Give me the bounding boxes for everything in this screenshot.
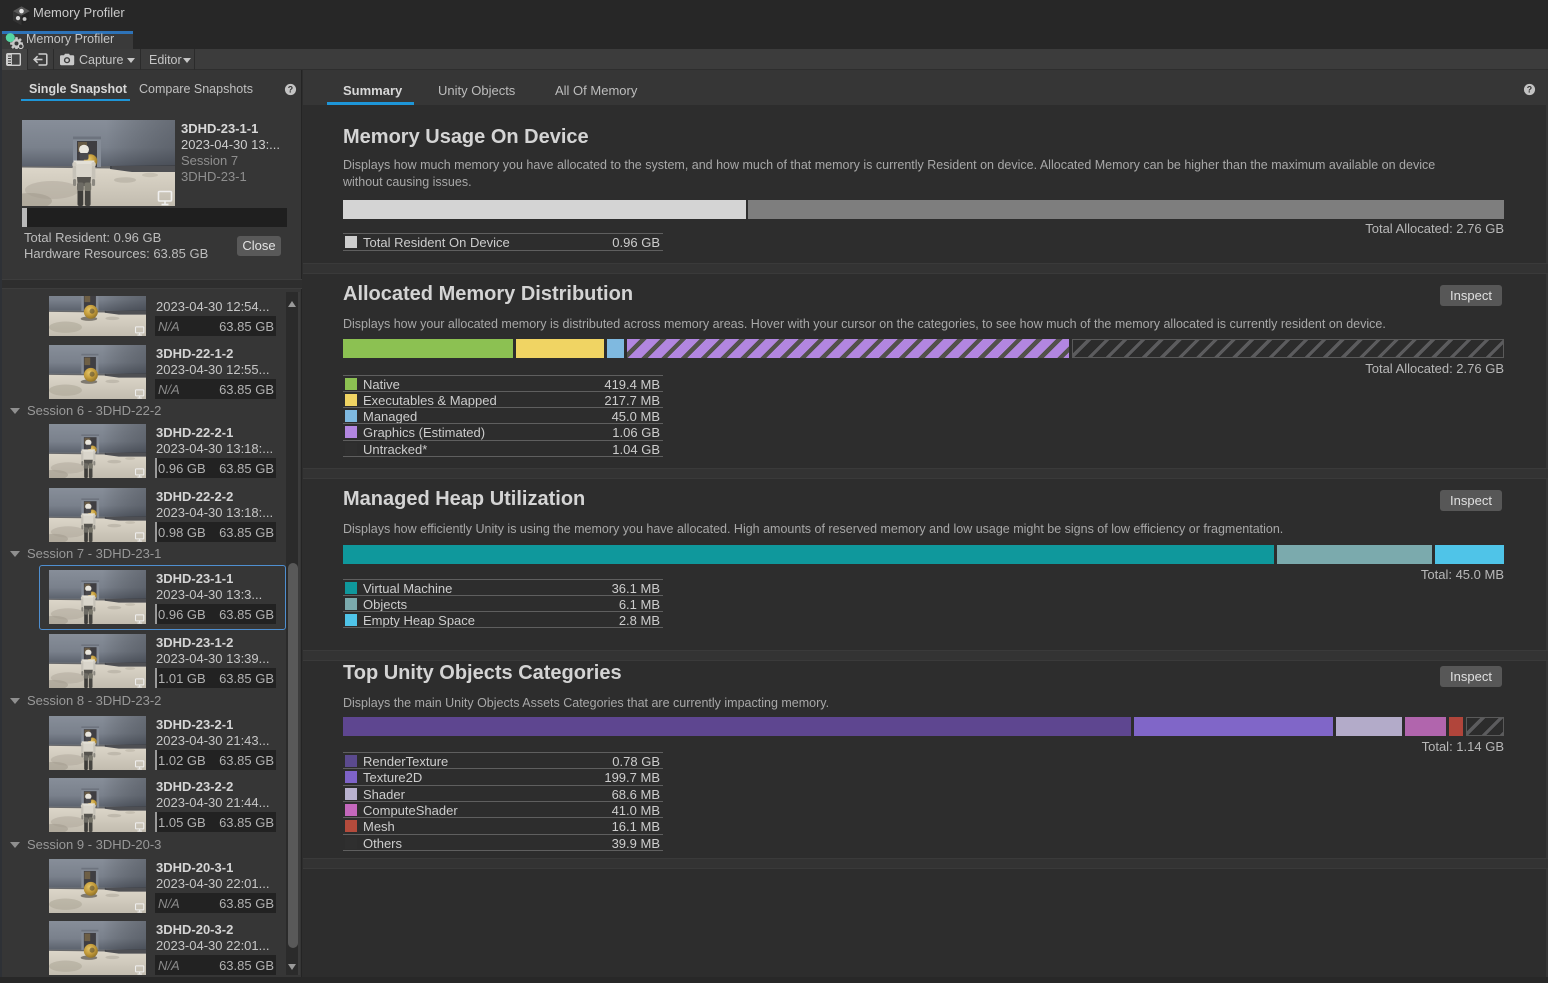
svg-text:?: ? (1527, 85, 1532, 95)
svg-text:?: ? (288, 85, 293, 95)
